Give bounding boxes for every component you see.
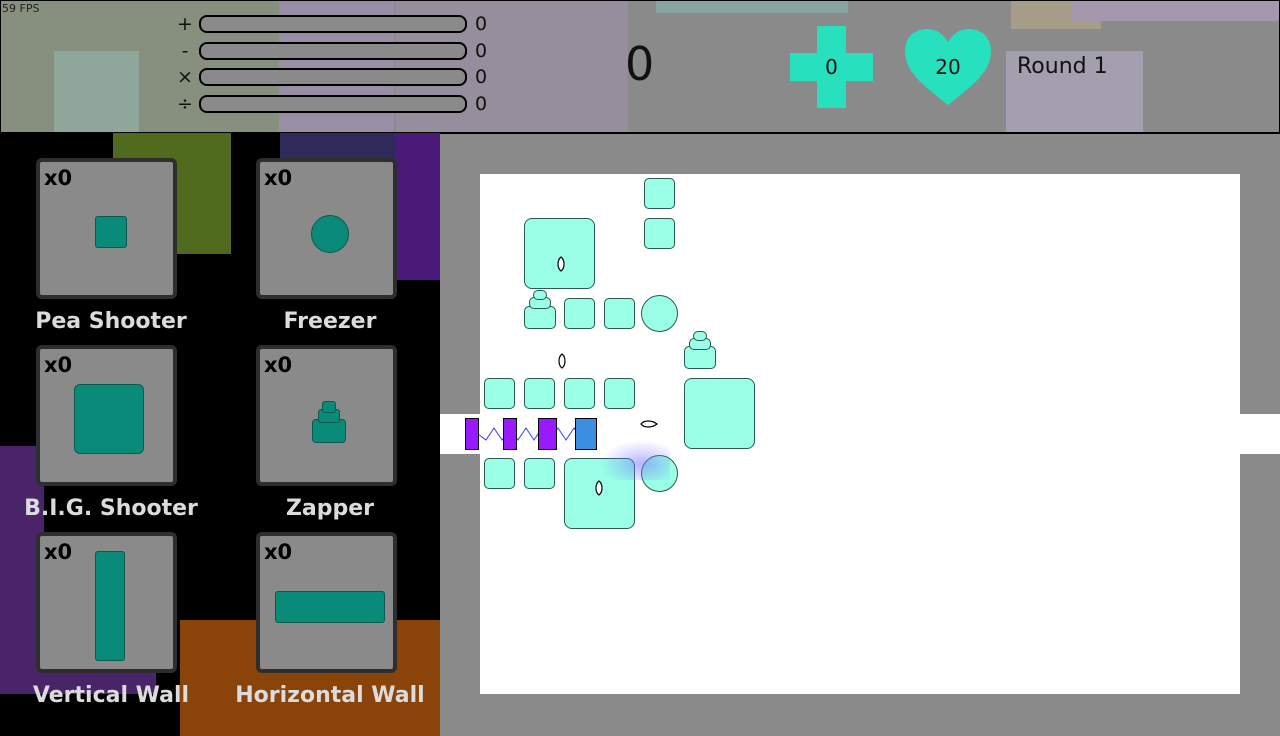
bullet-icon <box>595 480 603 496</box>
tower-pea-shooter[interactable] <box>604 298 635 329</box>
shop-label-pea-shooter: Pea Shooter <box>35 309 187 334</box>
bullet-icon <box>557 256 565 272</box>
tower-pea-shooter[interactable] <box>644 178 675 209</box>
enemy <box>465 418 479 450</box>
tower-big-shooter[interactable] <box>524 218 595 289</box>
hud-bar: 59 FPS + 0 - 0 × 0 ÷ 0 0 0 20 Round 1 <box>0 0 1280 133</box>
operator-times-value: 0 <box>475 66 488 88</box>
shop-label-vertical-wall: Vertical Wall <box>32 683 190 708</box>
tower-pea-shooter[interactable] <box>644 218 675 249</box>
operator-plus-symbol: + <box>177 13 193 35</box>
shop-card-horizontal-wall[interactable]: x0 <box>256 532 397 673</box>
shop-card-vertical-wall[interactable]: x0 <box>36 532 177 673</box>
pea-shooter-icon <box>95 216 127 248</box>
tower-pea-shooter[interactable] <box>604 378 635 409</box>
hud-deco-7 <box>1071 1 1279 21</box>
round-label: Round 1 <box>1017 54 1108 79</box>
bg-purple-block <box>395 132 440 280</box>
big-shooter-icon <box>74 384 144 454</box>
bullet-icon <box>558 353 566 369</box>
operator-divide-symbol: ÷ <box>177 93 193 115</box>
operator-minus-bar <box>199 42 467 60</box>
coin-count: 0 <box>825 55 838 79</box>
bullet-icon <box>640 420 658 428</box>
freeze-effect <box>600 440 670 480</box>
enemy <box>538 418 557 450</box>
shop-card-pea-shooter[interactable]: x0 <box>36 158 177 299</box>
enemy <box>503 418 517 450</box>
tower-pea-shooter[interactable] <box>484 378 515 409</box>
shop-count-pea-shooter: x0 <box>44 166 73 190</box>
shop-card-zapper[interactable]: x0 <box>256 345 397 486</box>
tower-pea-shooter[interactable] <box>564 298 595 329</box>
tower-zapper[interactable] <box>524 306 556 329</box>
operator-minus-value: 0 <box>475 40 488 62</box>
operator-minus-symbol: - <box>181 40 189 62</box>
shop-card-freezer[interactable]: x0 <box>256 158 397 299</box>
tower-pea-shooter[interactable] <box>484 458 515 489</box>
bg-navy-block <box>280 132 395 160</box>
hud-deco-5 <box>656 1 848 13</box>
score-display: 0 <box>625 37 655 91</box>
operator-divide-bar <box>199 95 467 113</box>
shop-card-big-shooter[interactable]: x0 <box>36 345 177 486</box>
shop-count-vertical-wall: x0 <box>44 540 73 564</box>
operator-times-symbol: × <box>177 66 193 88</box>
shop-count-big-shooter: x0 <box>44 353 73 377</box>
horizontal-wall-icon <box>275 591 385 623</box>
tower-big-shooter[interactable] <box>684 378 755 449</box>
tower-pea-shooter[interactable] <box>564 378 595 409</box>
shop-label-zapper: Zapper <box>285 496 375 521</box>
shop-label-horizontal-wall: Horizontal Wall <box>235 683 425 708</box>
tower-pea-shooter[interactable] <box>524 378 555 409</box>
tower-freezer[interactable] <box>641 295 678 332</box>
operator-plus-bar <box>199 15 467 33</box>
fps-counter: 59 FPS <box>2 2 40 15</box>
shop-label-freezer: Freezer <box>283 309 377 334</box>
freezer-icon <box>311 215 349 253</box>
enemy-frozen <box>575 418 597 450</box>
tower-zapper-cap <box>533 290 547 300</box>
operator-times-bar <box>199 68 467 86</box>
operator-plus-value: 0 <box>475 13 488 35</box>
operator-divide-value: 0 <box>475 93 488 115</box>
shop-count-freezer: x0 <box>264 166 293 190</box>
hud-deco-2 <box>54 51 139 132</box>
shop-count-horizontal-wall: x0 <box>264 540 293 564</box>
tower-zapper-cap <box>693 331 707 341</box>
shop-label-big-shooter: B.I.G. Shooter <box>24 496 198 521</box>
lives-count: 20 <box>935 55 961 79</box>
vertical-wall-icon <box>95 551 125 661</box>
tower-pea-shooter[interactable] <box>524 458 555 489</box>
shop-count-zapper: x0 <box>264 353 293 377</box>
